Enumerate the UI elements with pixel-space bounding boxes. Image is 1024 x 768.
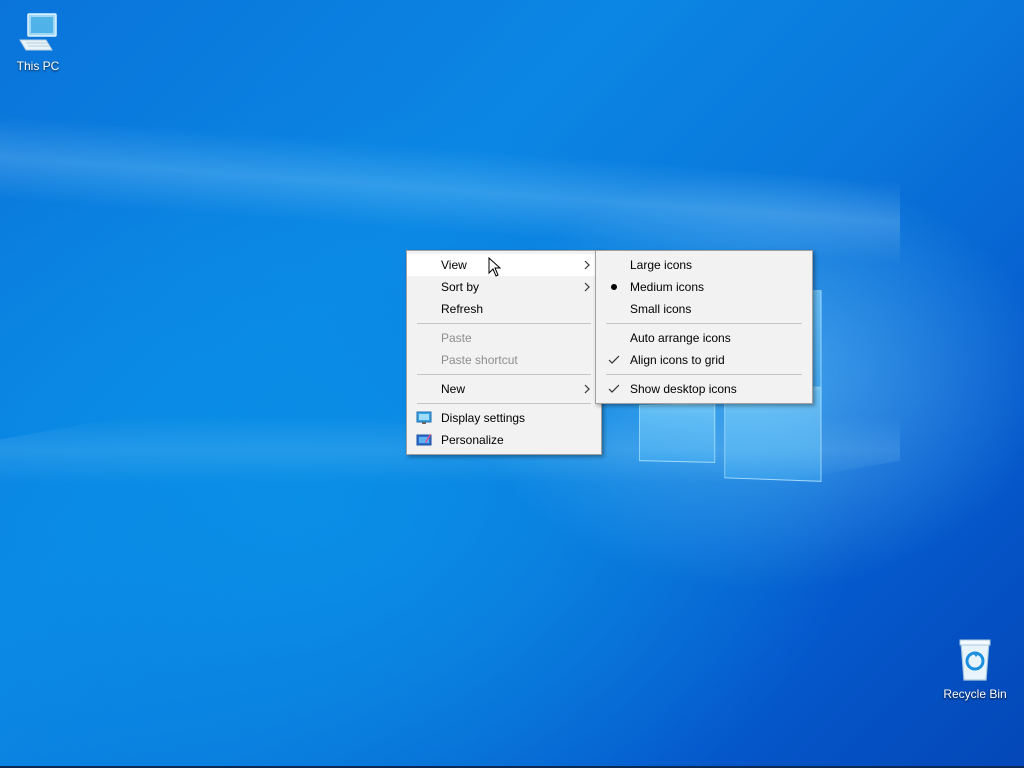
menu-item-label: Sort by — [441, 280, 480, 294]
menu-item-label: Small icons — [630, 302, 692, 316]
menu-item-label: Personalize — [441, 433, 504, 447]
menu-separator — [417, 374, 591, 375]
menu-item-label: Auto arrange icons — [630, 331, 731, 345]
personalize-icon — [416, 432, 432, 448]
recycle-bin-label: Recycle Bin — [943, 687, 1007, 701]
mouse-cursor-icon — [488, 256, 502, 282]
menu-item-personalize[interactable]: Personalize — [407, 429, 601, 451]
chevron-right-icon — [583, 276, 591, 298]
this-pc-label: This PC — [16, 59, 60, 73]
menu-item-label: View — [441, 258, 467, 272]
menu-item-sort-by[interactable]: Sort by — [407, 276, 601, 298]
recycle-bin-shortcut[interactable]: Recycle Bin — [937, 638, 1013, 701]
menu-item-label: Show desktop icons — [630, 382, 737, 396]
menu-item-label: New — [441, 382, 466, 396]
menu-item-paste[interactable]: Paste — [407, 327, 601, 349]
menu-item-refresh[interactable]: Refresh — [407, 298, 601, 320]
menu-item-view[interactable]: View — [407, 254, 601, 276]
submenu-item-small-icons[interactable]: Small icons — [596, 298, 812, 320]
checkmark-icon — [607, 378, 621, 400]
menu-item-label: Refresh — [441, 302, 484, 316]
menu-separator — [417, 323, 591, 324]
menu-item-label: Paste shortcut — [441, 353, 518, 367]
this-pc-shortcut[interactable]: This PC — [0, 10, 76, 73]
recycle-bin-icon — [953, 639, 997, 685]
menu-item-display-settings[interactable]: Display settings — [407, 407, 601, 429]
menu-item-label: Paste — [441, 331, 472, 345]
chevron-right-icon — [583, 254, 591, 276]
submenu-item-medium-icons[interactable]: Medium icons — [596, 276, 812, 298]
menu-separator — [606, 323, 802, 324]
submenu-item-show-desktop-icons[interactable]: Show desktop icons — [596, 378, 812, 400]
menu-item-paste-shortcut[interactable]: Paste shortcut — [407, 349, 601, 371]
menu-separator — [606, 374, 802, 375]
submenu-item-auto-arrange[interactable]: Auto arrange icons — [596, 327, 812, 349]
menu-item-label: Medium icons — [630, 280, 705, 294]
submenu-item-large-icons[interactable]: Large icons — [596, 254, 812, 276]
computer-icon — [16, 13, 60, 57]
bullet-icon — [607, 276, 621, 298]
menu-item-new[interactable]: New — [407, 378, 601, 400]
menu-item-label: Align icons to grid — [630, 353, 725, 367]
menu-separator — [417, 403, 591, 404]
display-settings-icon — [416, 410, 432, 426]
view-submenu: Large icons Medium icons Small icons Aut… — [595, 250, 813, 404]
menu-item-label: Large icons — [630, 258, 693, 272]
desktop-context-menu: View Sort by Refresh Paste Paste shortcu… — [406, 250, 602, 455]
submenu-item-align-to-grid[interactable]: Align icons to grid — [596, 349, 812, 371]
desktop-background[interactable]: This PC Recycle Bin View Sort by Refresh… — [0, 0, 1024, 768]
chevron-right-icon — [583, 378, 591, 400]
menu-item-label: Display settings — [441, 411, 526, 425]
checkmark-icon — [607, 349, 621, 371]
